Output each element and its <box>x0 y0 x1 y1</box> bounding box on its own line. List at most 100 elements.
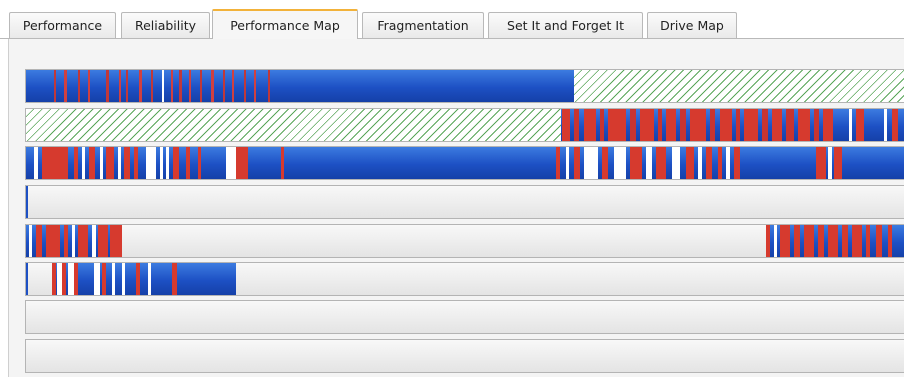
hot-block <box>98 225 108 257</box>
gap-block <box>672 147 680 179</box>
gap-block <box>72 225 75 257</box>
hot-block <box>102 263 106 295</box>
hot-block <box>88 70 90 102</box>
used-region <box>26 186 28 218</box>
gap-block <box>34 147 38 179</box>
gap-block <box>726 147 730 179</box>
hot-block <box>54 70 56 102</box>
hot-block <box>706 147 712 179</box>
free-region <box>574 70 904 102</box>
hot-block <box>690 109 706 141</box>
hot-block <box>36 225 42 257</box>
map-row <box>25 224 904 258</box>
hot-block <box>211 70 214 102</box>
gap-block <box>82 147 85 179</box>
hot-block <box>584 109 596 141</box>
hot-block <box>866 225 870 257</box>
hot-block <box>244 70 246 102</box>
hot-block <box>736 109 740 141</box>
tab-set-it-and-forget-it[interactable]: Set It and Forget It <box>488 12 643 38</box>
hot-block <box>798 109 810 141</box>
hot-block <box>630 109 636 141</box>
gap-block <box>94 263 100 295</box>
hot-block <box>189 70 191 102</box>
hot-block <box>718 147 722 179</box>
hot-block <box>686 147 694 179</box>
hot-block <box>52 263 56 295</box>
hot-block <box>876 225 882 257</box>
hot-block <box>171 70 173 102</box>
hot-block <box>200 70 202 102</box>
gap-block <box>884 109 887 141</box>
gap-block <box>698 147 702 179</box>
gap-block <box>29 225 32 257</box>
gap-block <box>646 147 652 179</box>
hot-block <box>64 225 68 257</box>
gap-block <box>92 225 96 257</box>
hot-block <box>574 109 579 141</box>
hot-block <box>556 147 560 179</box>
hot-block <box>110 225 122 257</box>
hot-block <box>823 109 833 141</box>
hot-block <box>602 147 608 179</box>
map-row <box>25 69 904 103</box>
hot-block <box>574 147 580 179</box>
hot-block <box>186 147 190 179</box>
gap-block <box>584 147 598 179</box>
gap-block <box>162 70 164 102</box>
hot-block <box>816 147 826 179</box>
hot-block <box>720 109 732 141</box>
hot-block <box>786 109 794 141</box>
tab-reliability[interactable]: Reliability <box>121 12 210 38</box>
hot-block <box>139 70 142 102</box>
tab-drive-map[interactable]: Drive Map <box>647 12 737 38</box>
gap-block <box>160 147 163 179</box>
tab-fragmentation[interactable]: Fragmentation <box>362 12 484 38</box>
map-row <box>25 300 904 334</box>
hot-block <box>562 109 570 141</box>
hot-block <box>780 225 790 257</box>
hot-block <box>151 70 153 102</box>
hot-block <box>254 70 256 102</box>
hot-block <box>106 70 109 102</box>
hot-block <box>666 109 676 141</box>
hot-block <box>842 225 848 257</box>
gap-block <box>774 225 777 257</box>
hot-block <box>772 109 782 141</box>
tab-performance[interactable]: Performance <box>9 12 116 38</box>
gap-block <box>566 147 569 179</box>
hot-block <box>656 147 666 179</box>
gap-block <box>849 109 852 141</box>
hot-block <box>74 263 78 295</box>
gap-block <box>166 147 169 179</box>
hot-block <box>119 70 121 102</box>
hot-block <box>89 147 95 179</box>
hot-block <box>888 225 892 257</box>
hot-block <box>236 147 248 179</box>
hot-block <box>680 109 686 141</box>
hot-block <box>78 70 80 102</box>
hot-block <box>173 147 179 179</box>
hot-block <box>814 109 819 141</box>
hot-block <box>744 109 758 141</box>
hot-block <box>734 147 740 179</box>
hot-block <box>852 225 862 257</box>
hot-block <box>630 147 642 179</box>
hot-block <box>198 147 201 179</box>
gap-block <box>112 263 115 295</box>
gap-block <box>122 263 125 295</box>
hot-block <box>834 147 842 179</box>
gap-block <box>148 263 151 295</box>
gap-block <box>226 147 236 179</box>
hot-block <box>766 225 770 257</box>
hot-block <box>608 109 626 141</box>
tab-performance-map[interactable]: Performance Map <box>212 9 358 39</box>
hot-block <box>179 70 182 102</box>
map-row <box>25 146 904 180</box>
gap-block <box>146 147 156 179</box>
gap-block <box>828 147 832 179</box>
hot-block <box>710 109 715 141</box>
hot-block <box>856 109 864 141</box>
map-row <box>25 262 904 296</box>
hot-block <box>818 225 824 257</box>
